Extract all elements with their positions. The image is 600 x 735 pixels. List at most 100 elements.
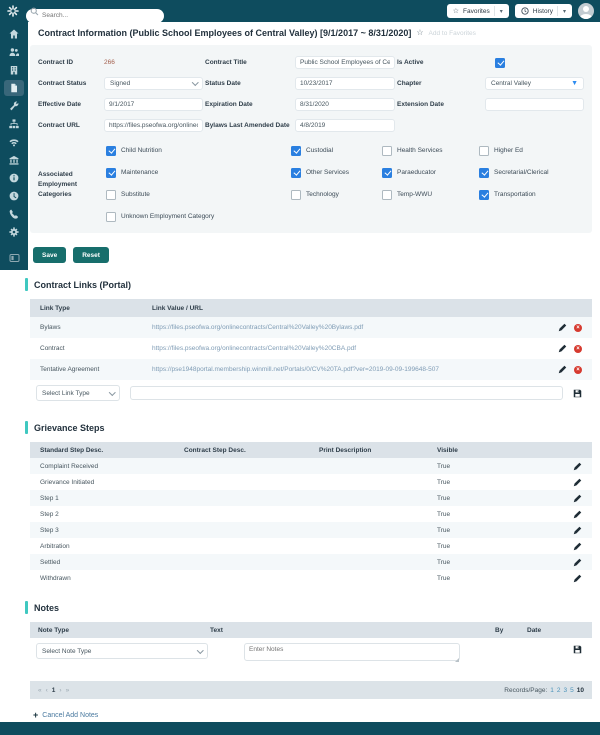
table-header-row: Link Type Link Value / URL [30, 299, 592, 317]
sidebar-bank-icon[interactable] [4, 152, 24, 168]
category-item: Secretarial/Clerical [479, 168, 584, 177]
edit-icon[interactable] [573, 574, 582, 583]
category-label: Child Nutrition [121, 147, 162, 154]
save-link-icon[interactable] [573, 389, 582, 398]
link-type-select[interactable]: Select Link Type [36, 385, 120, 401]
edit-icon[interactable] [558, 344, 567, 353]
chapter-select[interactable]: Central Valley ▼ [485, 77, 584, 90]
link-url[interactable]: https://files.pseofwa.org/onlinecontract… [152, 324, 532, 331]
note-type-select[interactable]: Select Note Type [36, 643, 208, 659]
page-header: Contract Information (Public School Empl… [28, 22, 600, 38]
first-page-button[interactable]: « [38, 687, 42, 694]
current-page[interactable]: 1 [52, 687, 56, 694]
section-title: Contract Links (Portal) [34, 280, 131, 290]
category-checkbox[interactable] [479, 146, 489, 156]
search-container [26, 4, 164, 18]
category-label: Paraeducator [397, 169, 436, 176]
effective-date-input[interactable] [104, 98, 203, 111]
category-checkbox[interactable] [479, 168, 489, 178]
records-option[interactable]: 3 [564, 687, 568, 694]
category-checkbox[interactable] [382, 146, 392, 156]
step-name: Withdrawn [30, 575, 184, 582]
edit-icon[interactable] [573, 542, 582, 551]
history-button[interactable]: History ▾ [515, 4, 572, 18]
column-header: Link Value / URL [152, 305, 532, 312]
contract-url-input[interactable] [104, 119, 203, 132]
category-checkbox[interactable] [106, 190, 116, 200]
sidebar-info-icon[interactable] [4, 170, 24, 186]
edit-icon[interactable] [573, 494, 582, 503]
sidebar-building-icon[interactable] [4, 62, 24, 78]
contract-status-select[interactable]: Signed [104, 77, 203, 90]
chevron-down-icon [197, 647, 203, 653]
last-page-button[interactable]: » [66, 687, 70, 694]
cancel-add-notes-link[interactable]: + Cancel Add Notes [33, 711, 600, 720]
chevron-down-icon: ▾ [557, 6, 566, 16]
bylaws-date-input[interactable] [295, 119, 395, 132]
category-checkbox[interactable] [291, 190, 301, 200]
status-date-label: Status Date [205, 80, 293, 87]
column-header: Note Type [30, 627, 210, 634]
search-input[interactable] [26, 9, 164, 23]
extension-date-input[interactable] [485, 98, 584, 111]
sidebar-phone-icon[interactable] [4, 206, 24, 222]
edit-icon[interactable] [558, 365, 567, 374]
sidebar-clock-icon[interactable] [4, 188, 24, 204]
sidebar-settings-gear-icon[interactable] [4, 224, 24, 240]
link-type: Contract [30, 345, 152, 352]
link-type: Tentative Agreement [30, 366, 152, 373]
favorites-label: Favorites [463, 8, 490, 15]
category-checkbox[interactable] [382, 190, 392, 200]
delete-icon[interactable]: × [574, 324, 582, 332]
add-to-favorites-label[interactable]: Add to Favorites [429, 30, 476, 37]
contract-title-input[interactable] [295, 56, 395, 69]
edit-icon[interactable] [573, 478, 582, 487]
user-avatar[interactable] [578, 3, 594, 19]
next-page-button[interactable]: › [59, 687, 61, 694]
sidebar-wifi-icon[interactable] [4, 134, 24, 150]
save-button[interactable]: Save [33, 247, 66, 263]
expiration-date-input[interactable] [295, 98, 395, 111]
delete-icon[interactable]: × [574, 366, 582, 374]
sidebar-home-icon[interactable] [4, 26, 24, 42]
category-checkbox[interactable] [106, 168, 116, 178]
search-icon [30, 7, 39, 16]
sidebar-collapse-icon[interactable] [4, 250, 24, 266]
sidebar-tools-icon[interactable] [4, 98, 24, 114]
category-checkbox[interactable] [291, 146, 301, 156]
category-checkbox[interactable] [106, 212, 116, 222]
edit-icon[interactable] [573, 526, 582, 535]
sidebar-sitemap-icon[interactable] [4, 116, 24, 132]
records-option[interactable]: 2 [557, 687, 561, 694]
category-checkbox[interactable] [106, 146, 116, 156]
note-text-input[interactable] [244, 643, 460, 661]
category-checkbox[interactable] [382, 168, 392, 178]
category-label: Maintenance [121, 169, 158, 176]
delete-icon[interactable]: × [574, 345, 582, 353]
link-url[interactable]: https://pse1948portal.membership.winmill… [152, 366, 532, 373]
category-checkbox[interactable] [291, 168, 301, 178]
edit-icon[interactable] [558, 323, 567, 332]
favorites-button[interactable]: ☆ Favorites ▾ [447, 4, 509, 18]
records-option-selected[interactable]: 10 [577, 687, 584, 694]
prev-page-button[interactable]: ‹ [46, 687, 48, 694]
sidebar-contracts-icon[interactable] [4, 80, 24, 96]
step-name: Grievance Initiated [30, 479, 184, 486]
link-url-input[interactable] [130, 386, 563, 400]
edit-icon[interactable] [573, 462, 582, 471]
status-date-input[interactable] [295, 77, 395, 90]
category-checkbox[interactable] [479, 190, 489, 200]
save-note-icon[interactable] [573, 645, 582, 654]
records-option[interactable]: 5 [570, 687, 574, 694]
reset-button[interactable]: Reset [73, 247, 109, 263]
app-logo-icon[interactable] [0, 5, 26, 17]
records-option[interactable]: 1 [550, 687, 554, 694]
link-url[interactable]: https://files.pseofwa.org/onlinecontract… [152, 345, 532, 352]
sidebar-users-icon[interactable] [4, 44, 24, 60]
edit-icon[interactable] [573, 558, 582, 567]
add-favorite-star-icon[interactable]: ☆ [416, 29, 423, 37]
edit-icon[interactable] [573, 510, 582, 519]
is-active-checkbox[interactable] [495, 58, 505, 68]
bylaws-date-label: Bylaws Last Amended Date [205, 122, 293, 129]
table-row: WithdrawnTrue [30, 570, 592, 586]
